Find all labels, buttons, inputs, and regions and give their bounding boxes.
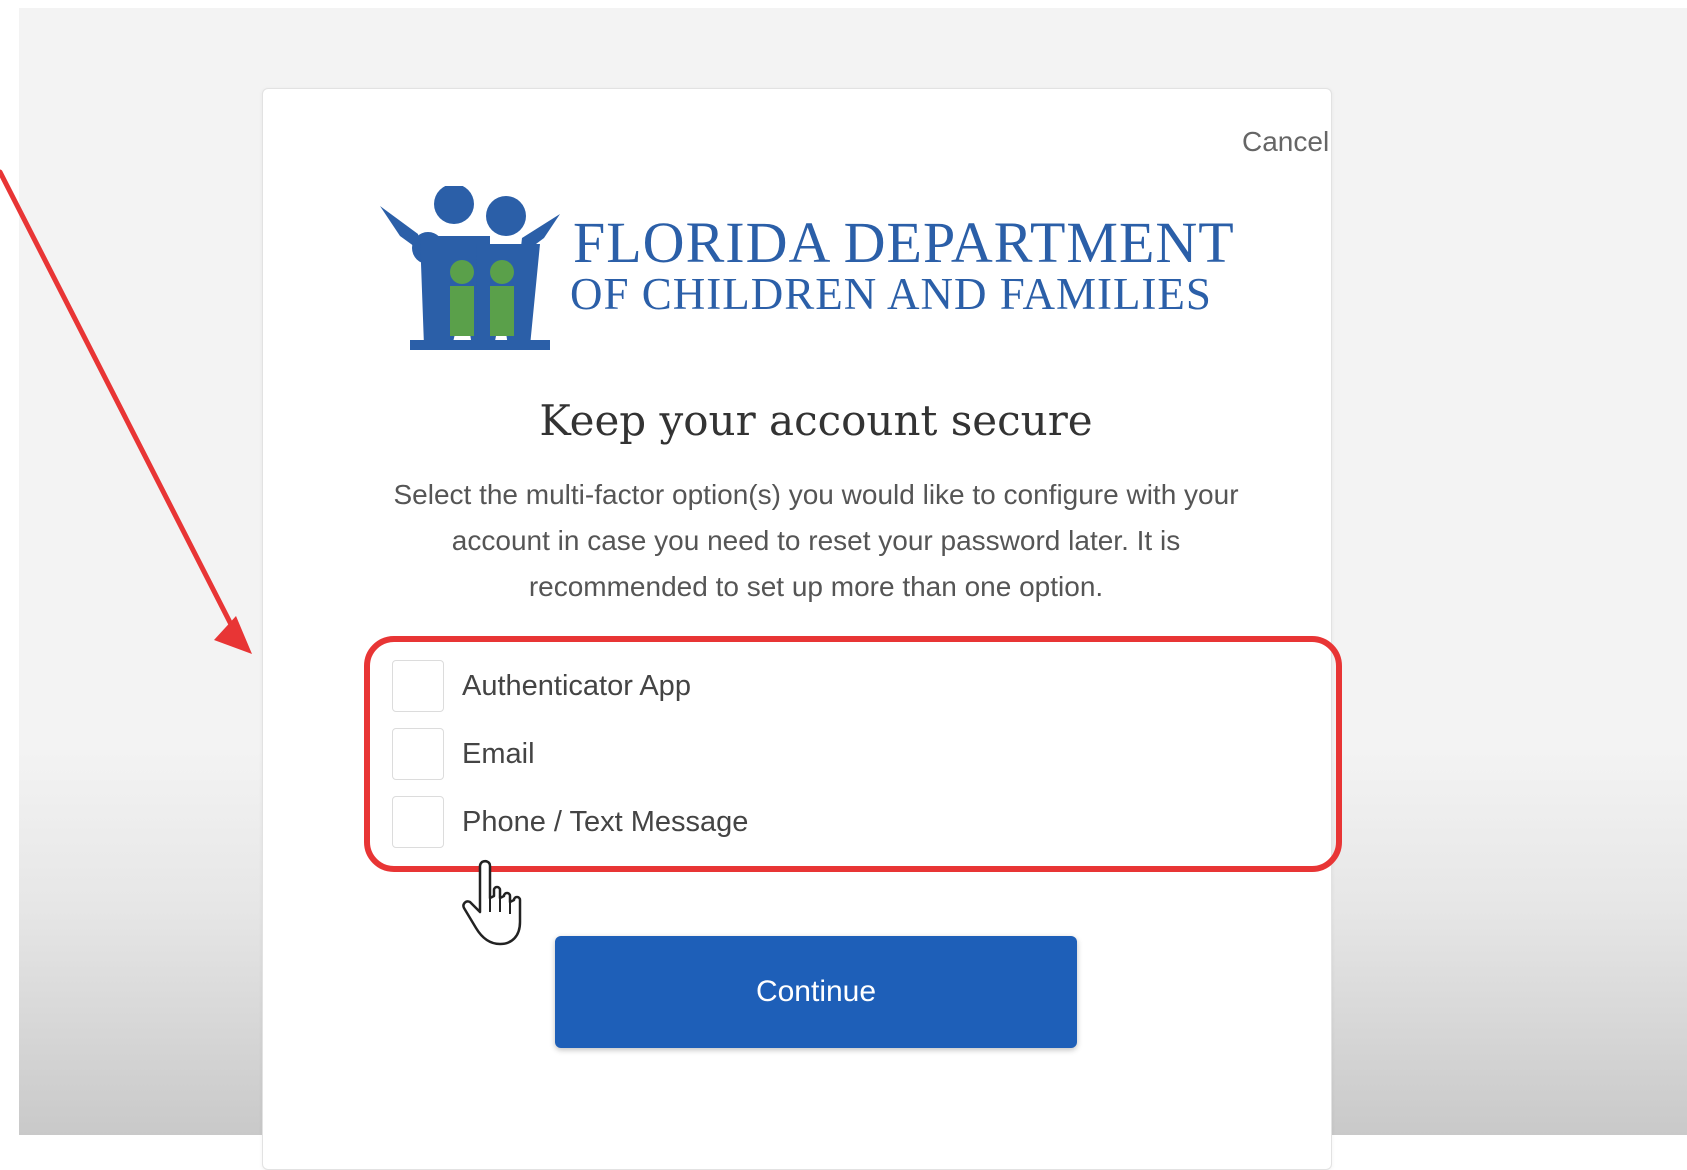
instructions-text: Select the multi-factor option(s) you wo… — [393, 479, 1239, 602]
option-email[interactable]: Email — [392, 720, 1292, 788]
logo-text-line1: FLORIDA DEPARTMENT — [573, 210, 1235, 275]
continue-button[interactable]: Continue — [555, 936, 1077, 1048]
phone-text-checkbox[interactable] — [392, 796, 444, 848]
email-checkbox[interactable] — [392, 728, 444, 780]
logo-text-line2: OF CHILDREN AND FAMILIES — [570, 269, 1212, 319]
mfa-options-list: Authenticator App Email Phone / Text Mes… — [392, 652, 1292, 856]
option-phone-text-message[interactable]: Phone / Text Message — [392, 788, 1292, 856]
cancel-link[interactable]: Cancel — [1242, 126, 1329, 158]
option-label: Email — [462, 737, 535, 770]
option-label: Phone / Text Message — [462, 805, 749, 838]
option-label: Authenticator App — [462, 669, 691, 702]
option-authenticator-app[interactable]: Authenticator App — [392, 652, 1292, 720]
logo-family-figures — [380, 186, 560, 350]
authenticator-app-checkbox[interactable] — [392, 660, 444, 712]
page-title: Keep your account secure — [539, 396, 1093, 445]
